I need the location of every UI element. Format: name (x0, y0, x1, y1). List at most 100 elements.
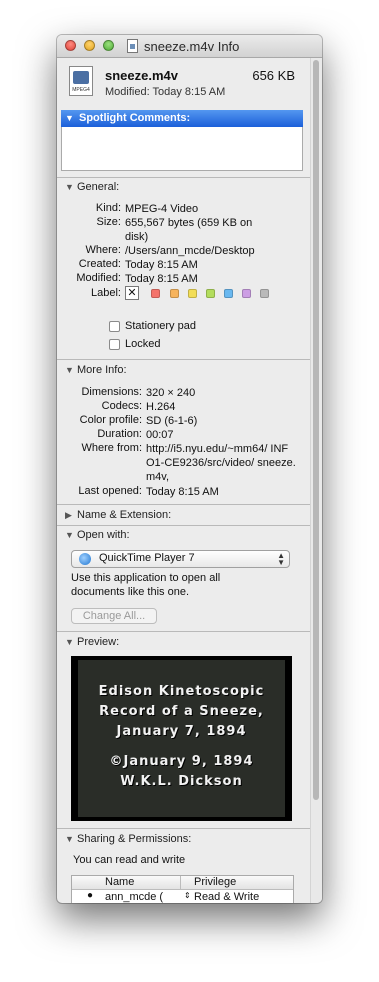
scrollbar-thumb[interactable] (313, 60, 319, 800)
stationery-checkbox[interactable] (109, 321, 120, 332)
divider (57, 525, 311, 526)
column-divider (180, 876, 181, 889)
stationery-label: Stationery pad (125, 320, 196, 332)
name-extension-label: Name & Extension: (77, 509, 172, 521)
table-row[interactable]: ● ann_mcde ( ⇕ Read & Write (72, 890, 293, 903)
red-label-swatch[interactable] (151, 289, 160, 298)
change-all-button[interactable]: Change All... (71, 608, 157, 624)
minimize-button[interactable] (84, 40, 95, 51)
sharing-section-header[interactable]: ▼ Sharing & Permissions: (65, 833, 191, 845)
document-proxy-icon[interactable] (127, 39, 138, 53)
open-with-section-header[interactable]: ▼ Open with: (65, 529, 130, 541)
more-info-section-header[interactable]: ▼ More Info: (65, 364, 127, 376)
general-section-header[interactable]: ▼ General: (65, 181, 119, 193)
label-key: Label: (91, 287, 121, 299)
file-modified: Modified: Today 8:15 AM (105, 86, 226, 98)
popup-arrows-icon: ▲ ▼ (277, 551, 285, 567)
application-name: QuickTime Player 7 (99, 552, 195, 564)
user-icon: ● (87, 890, 94, 901)
divider (57, 359, 311, 360)
open-with-label: Open with: (77, 529, 130, 541)
sharing-label: Sharing & Permissions: (77, 833, 192, 845)
dimensions-value: 320 × 240 (146, 387, 196, 399)
orange-label-swatch[interactable] (170, 289, 179, 298)
more-info-label: More Info: (77, 364, 127, 376)
preview-frame: Edison Kinetoscopic Record of a Sneeze, … (78, 660, 285, 817)
name-extension-section-header[interactable]: ▶ Name & Extension: (65, 509, 171, 521)
where-key: Where: (85, 244, 121, 256)
disclosure-open-icon[interactable]: ▼ (65, 365, 74, 375)
green-label-swatch[interactable] (206, 289, 215, 298)
preview-line: W.K.L. Dickson (120, 774, 243, 789)
file-icon-label: MPEG4 (72, 87, 90, 93)
spotlight-comments-header[interactable]: ▼ Spotlight Comments: (61, 110, 303, 127)
disclosure-open-icon[interactable]: ▼ (65, 834, 74, 844)
info-window: sneeze.m4v Info MPEG4 sneeze.m4v 656 KB … (57, 35, 322, 903)
application-popup[interactable]: QuickTime Player 7 ▲ ▼ (71, 550, 290, 568)
last-opened-value: Today 8:15 AM (146, 486, 219, 498)
dimensions-key: Dimensions: (81, 386, 142, 398)
disclosure-closed-icon[interactable]: ▶ (65, 510, 73, 521)
where-from-value: http://i5.nyu.edu/~mm64/ INFO1-CE9236/sr… (146, 443, 296, 483)
window-title: sneeze.m4v Info (144, 39, 240, 54)
info-content: MPEG4 sneeze.m4v 656 KB Modified: Today … (57, 58, 311, 903)
created-key: Created: (78, 258, 121, 270)
preview-line: Record of a Sneeze, (99, 704, 264, 719)
modified-key: Modified: (76, 272, 121, 284)
disclosure-open-icon[interactable]: ▼ (65, 530, 74, 540)
locked-label: Locked (125, 338, 161, 350)
size-key: Size: (96, 216, 121, 228)
file-size: 656 KB (252, 68, 295, 83)
quicktime-icon (79, 553, 91, 565)
column-name[interactable]: Name (105, 876, 134, 888)
purple-label-swatch[interactable] (242, 289, 251, 298)
close-button[interactable] (65, 40, 76, 51)
blue-label-swatch[interactable] (224, 289, 233, 298)
row-name: ann_mcde ( (105, 891, 164, 903)
locked-checkbox[interactable] (109, 339, 120, 350)
video-preview[interactable]: Edison Kinetoscopic Record of a Sneeze, … (71, 656, 292, 821)
spotlight-comments-field[interactable] (61, 127, 303, 171)
codecs-key: Codecs: (101, 400, 142, 412)
row-privilege[interactable]: Read & Write (194, 891, 259, 903)
column-privilege[interactable]: Privilege (194, 876, 236, 888)
no-label-swatch[interactable]: ✕ (125, 286, 139, 300)
file-name: sneeze.m4v (105, 68, 178, 83)
vertical-scrollbar[interactable] (310, 58, 322, 903)
permissions-header: Name Privilege (72, 876, 293, 890)
preview-label: Preview: (77, 636, 120, 648)
size-value: 655,567 bytes (659 KB on disk) (125, 217, 253, 243)
title-bar[interactable]: sneeze.m4v Info (57, 35, 322, 58)
kind-value: MPEG-4 Video (125, 203, 199, 215)
color-profile-value: SD (6-1-6) (146, 415, 198, 427)
divider (57, 631, 311, 632)
where-from-key: Where from: (81, 442, 142, 454)
yellow-label-swatch[interactable] (188, 289, 197, 298)
gray-label-swatch[interactable] (260, 289, 269, 298)
color-profile-key: Color profile: (79, 414, 142, 426)
movie-file-icon: MPEG4 (69, 66, 93, 96)
disclosure-open-icon[interactable]: ▼ (65, 637, 74, 647)
kind-key: Kind: (95, 202, 121, 214)
last-opened-key: Last opened: (78, 485, 142, 497)
duration-key: Duration: (97, 428, 142, 440)
divider (57, 177, 311, 178)
divider (57, 504, 311, 505)
divider (57, 828, 311, 829)
where-value: /Users/ann_mcde/Desktop (125, 245, 255, 257)
permissions-table[interactable]: Name Privilege ● ann_mcde ( ⇕ Read & Wri… (71, 875, 294, 903)
general-label: General: (77, 181, 120, 193)
disclosure-open-icon[interactable]: ▼ (65, 182, 74, 192)
sharing-summary: You can read and write (73, 854, 186, 866)
privilege-arrows-icon[interactable]: ⇕ (184, 891, 191, 900)
open-with-description: Use this application to open all documen… (71, 572, 221, 598)
duration-value: 00:07 (146, 429, 174, 441)
spotlight-comments-label: Spotlight Comments: (79, 112, 191, 124)
preview-line: Edison Kinetoscopic (98, 684, 265, 699)
created-value: Today 8:15 AM (125, 259, 198, 271)
preview-line: January 7, 1894 (116, 724, 247, 739)
disclosure-open-icon[interactable]: ▼ (65, 113, 74, 123)
modified-value: Today 8:15 AM (125, 273, 198, 285)
zoom-button[interactable] (103, 40, 114, 51)
preview-section-header[interactable]: ▼ Preview: (65, 636, 119, 648)
